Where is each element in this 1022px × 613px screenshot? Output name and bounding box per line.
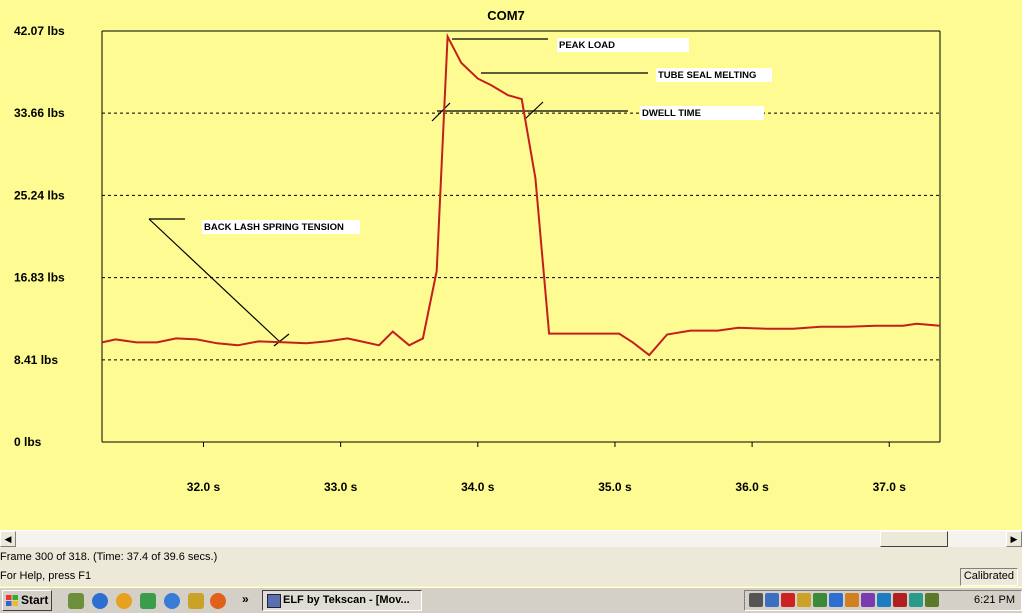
folder-icon[interactable] xyxy=(188,593,204,609)
force-chart: COM7 PEAK LOAD TUBE SEAL MELTING DWELL TIM… xyxy=(14,8,941,494)
refresh-icon[interactable] xyxy=(164,593,180,609)
security-icon[interactable] xyxy=(813,593,827,607)
frame-status-text: Frame 300 of 318. (Time: 37.4 of 39.6 se… xyxy=(0,551,218,563)
x-tick-label: 35.0 s xyxy=(598,480,632,494)
scroll-track[interactable] xyxy=(16,531,1006,547)
scroll-right-button[interactable]: ▶ xyxy=(1006,531,1022,547)
taskbar-item-label: ELF by Tekscan - [Mov... xyxy=(283,594,410,606)
backlash-callout-diag xyxy=(148,218,281,343)
system-tray: 6:21 PM xyxy=(744,590,1022,611)
elf-app-icon xyxy=(267,594,281,608)
peak-load-label: PEAK LOAD xyxy=(559,40,615,51)
tray-misc-icon[interactable] xyxy=(925,593,939,607)
backlash-tick xyxy=(273,333,290,347)
windows-logo-icon xyxy=(6,595,18,606)
app-tray-icon[interactable] xyxy=(861,593,875,607)
backlash-label: BACK LASH SPRING TENSION xyxy=(204,222,344,233)
x-tick-label: 33.0 s xyxy=(324,480,358,494)
taskbar-item-elf[interactable]: ELF by Tekscan - [Mov... xyxy=(262,590,422,611)
chart-area: COM7 PEAK LOAD TUBE SEAL MELTING DWELL TIM… xyxy=(0,0,1022,530)
x-tick-label: 34.0 s xyxy=(461,480,495,494)
x-tick-label: 37.0 s xyxy=(873,480,907,494)
x-tick-label: 32.0 s xyxy=(187,480,221,494)
frame-status-bar: Frame 300 of 318. (Time: 37.4 of 39.6 se… xyxy=(0,548,1022,567)
dwell-time-label: DWELL TIME xyxy=(642,108,701,119)
network-icon[interactable] xyxy=(797,593,811,607)
quick-launch-more-icon[interactable]: » xyxy=(242,592,249,606)
clock: 6:21 PM xyxy=(974,594,1015,606)
x-tick-label: 36.0 s xyxy=(735,480,769,494)
sync-icon[interactable] xyxy=(909,593,923,607)
dwell-start-tick xyxy=(431,102,451,122)
ati-icon[interactable] xyxy=(781,593,795,607)
y-tick-label: 42.07 lbs xyxy=(14,24,65,38)
horizontal-scrollbar[interactable]: ◀ ▶ xyxy=(0,530,1022,548)
calibrated-indicator: Calibrated xyxy=(959,568,1018,586)
start-button[interactable]: Start xyxy=(2,590,52,611)
taskbar: Start » ELF by Tekscan - [Mov... 6:21 PM xyxy=(0,587,1022,613)
scroll-left-button[interactable]: ◀ xyxy=(0,531,16,547)
start-label: Start xyxy=(21,593,49,607)
internet-explorer-icon[interactable] xyxy=(92,593,108,609)
firefox-icon[interactable] xyxy=(210,593,226,609)
y-tick-label: 8.41 lbs xyxy=(14,353,58,367)
printer-icon[interactable] xyxy=(845,593,859,607)
music-icon[interactable] xyxy=(140,593,156,609)
tube-seal-label: TUBE SEAL MELTING xyxy=(658,70,756,81)
help-status-bar: For Help, press F1 Calibrated xyxy=(0,567,1022,586)
y-tick-label: 0 lbs xyxy=(14,435,42,449)
y-tick-label: 25.24 lbs xyxy=(14,188,65,202)
antivirus-icon[interactable] xyxy=(893,593,907,607)
display-icon[interactable] xyxy=(765,593,779,607)
y-tick-label: 16.83 lbs xyxy=(14,271,65,285)
force-series-line xyxy=(101,32,941,357)
desktop-icon[interactable] xyxy=(68,593,84,609)
help-status-text: For Help, press F1 xyxy=(0,570,92,582)
chart-title: COM7 xyxy=(487,8,525,23)
update-icon[interactable] xyxy=(829,593,843,607)
media-player-icon[interactable] xyxy=(116,593,132,609)
scroll-thumb[interactable] xyxy=(880,531,948,547)
volume-icon[interactable] xyxy=(749,593,763,607)
messenger-icon[interactable] xyxy=(877,593,891,607)
y-tick-label: 33.66 lbs xyxy=(14,106,65,120)
